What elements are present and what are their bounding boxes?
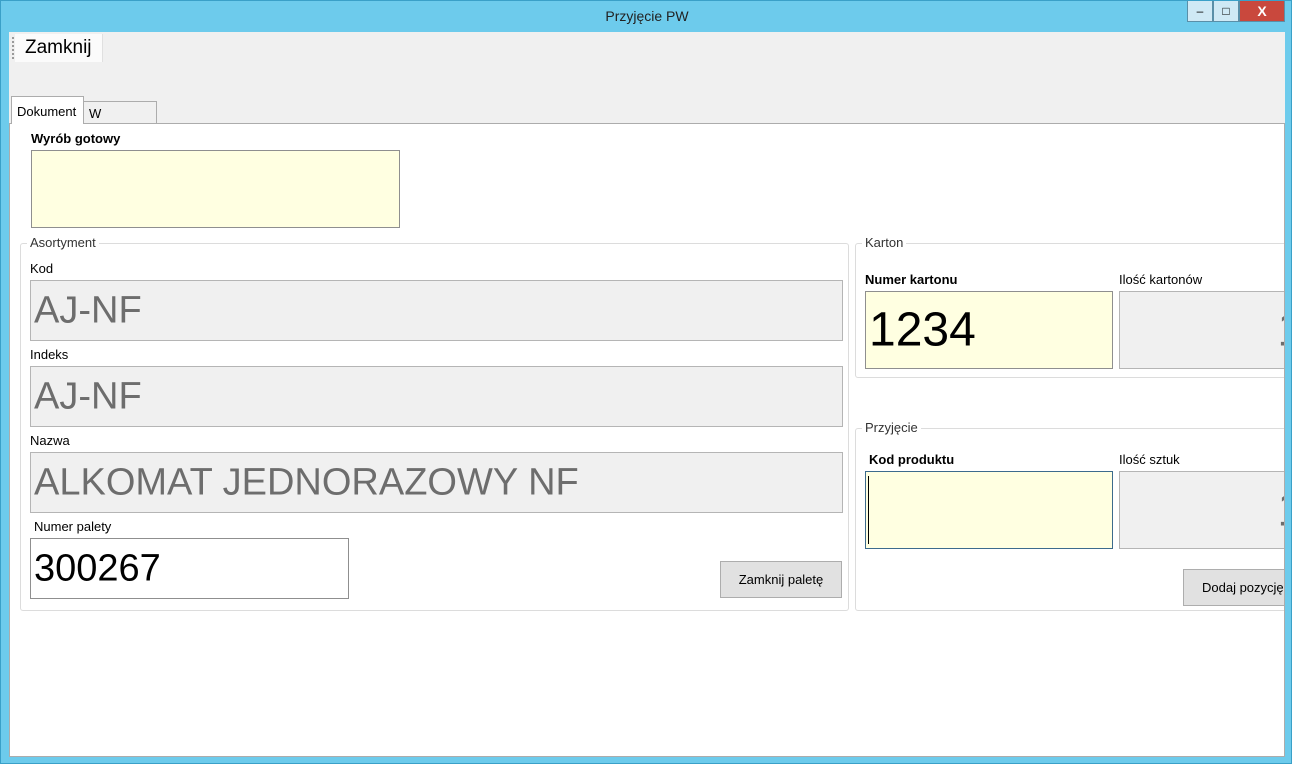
toolbar: Zamknij (9, 32, 1285, 94)
carton-count-label: Ilość kartonów (1119, 272, 1203, 287)
close-button[interactable]: Zamknij (15, 34, 103, 62)
toolbar-grip[interactable] (12, 37, 14, 59)
carton-number-label: Numer kartonu (865, 272, 958, 287)
close-window-button[interactable]: X (1239, 1, 1285, 22)
minimize-button[interactable]: – (1187, 1, 1213, 22)
index-label: Indeks (30, 347, 69, 362)
quantity-field[interactable]: 1 (1119, 471, 1284, 549)
code-label: Kod (30, 261, 54, 276)
pallet-number-label: Numer palety (34, 519, 112, 534)
tab-panel-dokument: Wyrób gotowy Asortyment Kod AJ-NF Indeks… (9, 123, 1285, 757)
window-title: Przyjęcie PW (605, 8, 689, 24)
name-field[interactable]: ALKOMAT JEDNORAZOWY NF (30, 452, 843, 513)
product-code-label: Kod produktu (869, 452, 955, 467)
maximize-icon: □ (1222, 4, 1230, 18)
window-controls: – □ X (1187, 1, 1285, 22)
maximize-button[interactable]: □ (1213, 1, 1239, 22)
tab-dokument[interactable]: Dokument (11, 96, 84, 124)
minimize-icon: – (1196, 4, 1204, 18)
carton-number-field[interactable]: 1234 (865, 291, 1113, 369)
title-bar[interactable]: Przyjęcie PW – □ X (1, 1, 1292, 32)
product-code-input[interactable] (865, 471, 1113, 549)
finished-product-label: Wyrób gotowy (31, 131, 121, 146)
text-caret (868, 476, 869, 544)
carton-count-field[interactable]: 1 (1119, 291, 1284, 369)
assortment-legend: Asortyment (27, 235, 99, 250)
close-pallet-button[interactable]: Zamknij paletę (720, 561, 842, 598)
index-field[interactable]: AJ-NF (30, 366, 843, 427)
window: Przyjęcie PW – □ X Zamknij Dokument W ka… (0, 0, 1292, 764)
receipt-legend: Przyjęcie (862, 420, 921, 435)
finished-product-input[interactable] (31, 150, 400, 228)
name-label: Nazwa (30, 433, 70, 448)
tab-w-kartonie[interactable]: W kartonie (83, 101, 157, 136)
client-area: Zamknij Dokument W kartonie Wyrób gotowy… (9, 32, 1285, 757)
pallet-number-field[interactable]: 300267 (30, 538, 349, 599)
add-position-button[interactable]: Dodaj pozycję (1183, 569, 1284, 606)
close-icon: X (1257, 3, 1267, 19)
carton-legend: Karton (862, 235, 907, 250)
code-field[interactable]: AJ-NF (30, 280, 843, 341)
quantity-label: Ilość sztuk (1119, 452, 1180, 467)
